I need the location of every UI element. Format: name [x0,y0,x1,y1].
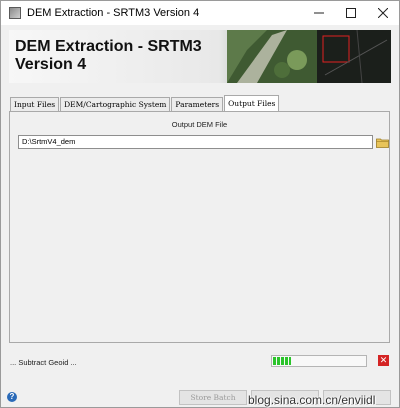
progress-bar-fill [273,357,291,365]
progress-bar [271,355,367,367]
tab-bar: Input Files DEM/Cartographic System Para… [10,95,280,111]
minimize-icon [314,12,324,14]
banner-title-line2: Version 4 [15,56,87,73]
browse-folder-button[interactable] [375,135,389,149]
output-dem-path-input[interactable]: D:\SrtmV4_dem [18,135,373,149]
tab-input-files[interactable]: Input Files [10,97,60,111]
watermark-text: blog.sina.com.cn/enviidl [248,393,376,407]
help-icon[interactable]: ? [7,392,17,402]
output-dem-file-label: Output DEM File [171,120,228,129]
tab-dem-cartographic-system[interactable]: DEM/Cartographic System [60,97,171,111]
app-window: DEM Extraction - SRTM3 Version 4 DEM Ext… [0,0,400,408]
title-bar[interactable]: DEM Extraction - SRTM3 Version 4 [1,1,399,25]
window-controls [303,1,399,25]
maximize-button[interactable] [335,1,367,25]
tab-output-files[interactable]: Output Files [224,95,280,111]
banner-title-line1: DEM Extraction - SRTM3 [15,38,202,55]
banner-title: DEM Extraction - SRTM3 Version 4 [15,38,202,74]
close-icon: ✕ [379,355,388,365]
status-message: ... Subtract Geoid ... [10,358,77,367]
close-icon [378,8,388,18]
output-files-panel: Output DEM File D:\SrtmV4_dem [9,111,390,343]
close-button[interactable] [367,1,399,25]
minimize-button[interactable] [303,1,335,25]
tab-parameters[interactable]: Parameters [171,97,224,111]
cancel-process-button[interactable]: ✕ [378,355,389,366]
header-banner: DEM Extraction - SRTM3 Version 4 [9,30,391,83]
store-batch-button[interactable]: Store Batch [179,390,247,405]
maximize-icon [346,8,356,18]
satellite-imagery-icon [227,30,391,83]
folder-icon [375,138,389,148]
app-icon [9,7,21,19]
window-title: DEM Extraction - SRTM3 Version 4 [27,7,200,19]
